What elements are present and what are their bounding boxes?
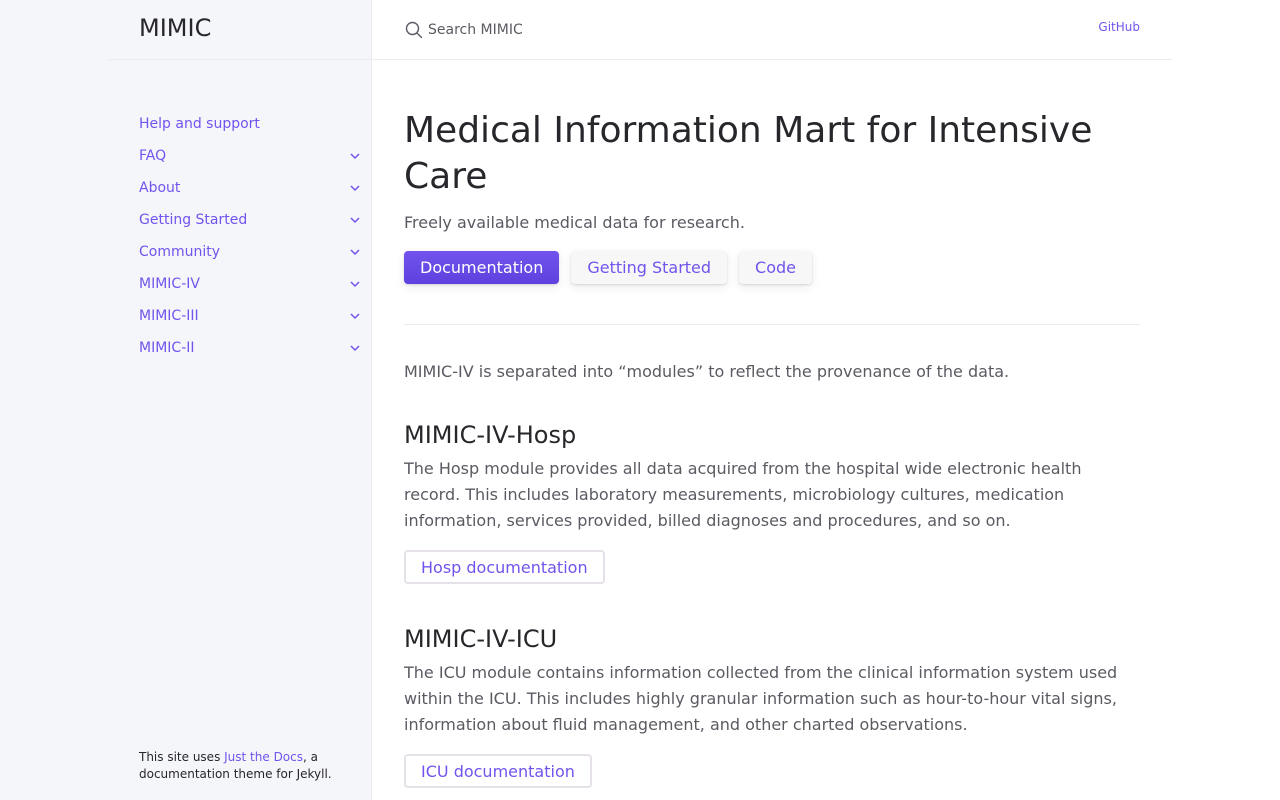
sidebar-item-mimic-ii: MIMIC-II xyxy=(139,332,364,364)
chevron-down-icon[interactable] xyxy=(349,342,361,354)
search-bar xyxy=(404,19,728,41)
sidebar-link-mimic-iv[interactable]: MIMIC-IV xyxy=(139,276,200,292)
icu-documentation-button[interactable]: ICU documentation xyxy=(404,754,592,788)
site-header: MIMIC xyxy=(108,0,372,60)
section-heading-hosp: MIMIC-IV-Hosp xyxy=(404,421,577,449)
sidebar-link-faq[interactable]: FAQ xyxy=(139,148,166,164)
chevron-down-icon[interactable] xyxy=(349,246,361,258)
sidebar-link-mimic-ii[interactable]: MIMIC-II xyxy=(139,340,195,356)
page-lead: Freely available medical data for resear… xyxy=(404,213,745,232)
hosp-documentation-button[interactable]: Hosp documentation xyxy=(404,550,605,584)
section-body-icu: The ICU module contains information coll… xyxy=(404,663,1118,734)
sidebar-link-mimic-iii[interactable]: MIMIC-III xyxy=(139,308,199,324)
code-button[interactable]: Code xyxy=(739,251,813,284)
sidebar-link-about[interactable]: About xyxy=(139,180,180,196)
sidebar-item-about: About xyxy=(139,172,364,204)
sidebar-item-help-and-support: Help and support xyxy=(139,108,364,140)
chevron-down-icon[interactable] xyxy=(349,182,361,194)
sidebar-item-mimic-iv: MIMIC-IV xyxy=(139,268,364,300)
chevron-down-icon[interactable] xyxy=(349,150,361,162)
footer-prefix: This site uses xyxy=(139,750,225,764)
github-link[interactable]: GitHub xyxy=(1098,20,1140,34)
site-footer-note: This site uses Just the Docs, a document… xyxy=(139,749,359,783)
search-icon xyxy=(405,21,423,39)
documentation-button[interactable]: Documentation xyxy=(404,251,560,284)
divider xyxy=(404,324,1140,325)
sidebar-item-mimic-iii: MIMIC-III xyxy=(139,300,364,332)
search-input[interactable] xyxy=(428,22,728,38)
page-title: Medical Information Mart for Intensive C… xyxy=(404,110,1093,197)
chevron-down-icon[interactable] xyxy=(349,310,361,322)
just-the-docs-link[interactable]: Just the Docs xyxy=(224,750,303,764)
sidebar-link-community[interactable]: Community xyxy=(139,244,220,260)
top-bar: GitHub xyxy=(372,0,1172,60)
section-heading-icu: MIMIC-IV-ICU xyxy=(404,625,558,653)
getting-started-button[interactable]: Getting Started xyxy=(571,251,728,284)
sidebar-item-community: Community xyxy=(139,236,364,268)
chevron-down-icon[interactable] xyxy=(349,214,361,226)
hero-buttons: Documentation Getting Started Code xyxy=(404,251,1140,284)
sidebar-item-getting-started: Getting Started xyxy=(139,204,364,236)
sidebar-link-getting-started[interactable]: Getting Started xyxy=(139,212,247,228)
main-content: Medical Information Mart for Intensive C… xyxy=(404,108,1140,788)
sidebar-item-faq: FAQ xyxy=(139,140,364,172)
sidebar-nav: Help and support FAQ About Getting Start… xyxy=(139,108,364,364)
site-title-link[interactable]: MIMIC xyxy=(139,14,211,42)
section-body-hosp: The Hosp module provides all data acquir… xyxy=(404,459,1082,530)
modules-intro: MIMIC-IV is separated into “modules” to … xyxy=(404,362,1010,381)
chevron-down-icon[interactable] xyxy=(349,278,361,290)
sidebar-link-help-and-support[interactable]: Help and support xyxy=(139,116,260,132)
